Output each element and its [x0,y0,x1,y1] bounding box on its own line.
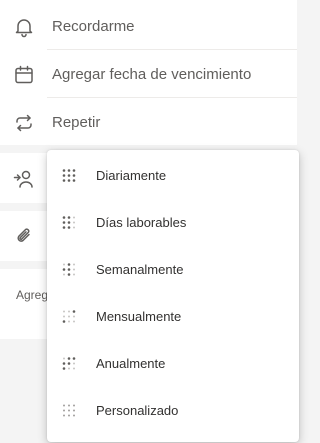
calendar-icon [13,64,35,86]
menu-item-weekly[interactable]: Semanalmente [47,246,299,293]
menu-item-label: Personalizado [96,403,179,418]
repeat-menu: Diariamente Días laborables Semanalmente [47,150,299,442]
task-options-card: Recordarme Agregar fecha de vencimiento … [0,0,297,145]
due-date-row[interactable]: Agregar fecha de vencimiento [0,51,297,98]
monthly-dots-icon [62,309,78,325]
bell-icon [13,16,35,38]
menu-item-label: Diariamente [96,168,167,183]
weekdays-dots-icon [62,215,78,231]
menu-item-label: Anualmente [96,356,166,371]
menu-item-yearly[interactable]: Anualmente [47,340,299,387]
divider [47,97,297,98]
menu-item-custom[interactable]: Personalizado [47,387,299,434]
menu-item-label: Mensualmente [96,309,182,324]
menu-item-daily[interactable]: Diariamente [47,152,299,199]
repeat-label: Repetir [52,114,101,131]
remind-me-label: Recordarme [52,18,135,35]
custom-dots-icon [62,403,78,419]
menu-item-label: Semanalmente [96,262,184,277]
add-person-icon[interactable] [13,168,35,190]
weekly-dots-icon [62,262,78,278]
yearly-dots-icon [62,356,78,372]
due-date-label: Agregar fecha de vencimiento [52,66,252,83]
paperclip-icon[interactable] [13,225,35,247]
menu-item-label: Días laborables [96,215,187,230]
divider [47,49,297,50]
repeat-icon [13,112,35,134]
menu-item-monthly[interactable]: Mensualmente [47,293,299,340]
menu-item-weekdays[interactable]: Días laborables [47,199,299,246]
daily-dots-icon [62,168,78,184]
remind-me-row[interactable]: Recordarme [0,3,297,50]
repeat-row[interactable]: Repetir [0,99,297,146]
